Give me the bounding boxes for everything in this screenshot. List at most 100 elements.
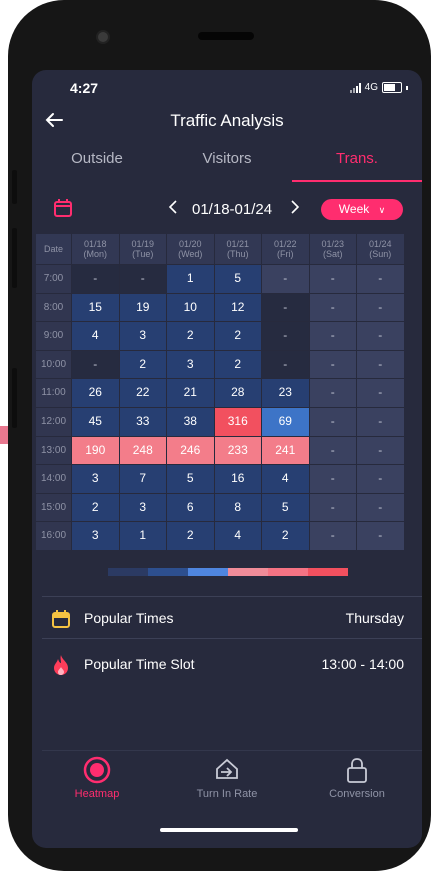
heatmap-cell[interactable]: 69: [262, 408, 309, 436]
heatmap-cell[interactable]: -: [72, 265, 119, 293]
heatmap-cell[interactable]: -: [309, 465, 356, 493]
heatmap-cell[interactable]: 2: [72, 493, 119, 522]
calendar-icon[interactable]: [53, 198, 73, 223]
heatmap-cell[interactable]: -: [357, 379, 404, 407]
volume-button: [12, 170, 17, 204]
nav-turn-in-rate[interactable]: Turn In Rate: [162, 752, 292, 800]
heatmap-cell[interactable]: 2: [119, 350, 166, 379]
heatmap-cell[interactable]: 4: [72, 322, 119, 350]
tab-trans[interactable]: Trans.: [292, 150, 422, 167]
heatmap-cell[interactable]: 1: [119, 522, 166, 550]
heatmap-cell[interactable]: 5: [214, 265, 261, 293]
heatmap-cell[interactable]: -: [357, 522, 404, 550]
heatmap-cell[interactable]: -: [309, 493, 356, 522]
heatmap-cell[interactable]: -: [72, 350, 119, 379]
time-label: 13:00: [36, 436, 71, 465]
heatmap-cell[interactable]: 15: [72, 293, 119, 322]
heatmap-legend: [108, 568, 348, 576]
heatmap-cell[interactable]: 33: [119, 408, 166, 436]
heatmap-cell[interactable]: 3: [72, 522, 119, 550]
heatmap-cell[interactable]: 12: [214, 293, 261, 322]
heatmap-cell[interactable]: -: [309, 293, 356, 322]
tab-outside[interactable]: Outside: [32, 150, 162, 167]
heatmap-cell[interactable]: -: [309, 265, 356, 293]
heatmap-cell[interactable]: 26: [72, 379, 119, 407]
heatmap-cell[interactable]: -: [309, 408, 356, 436]
heatmap-cell[interactable]: 3: [119, 493, 166, 522]
heatmap-cell[interactable]: 190: [72, 436, 119, 465]
popular-times-value: Thursday: [345, 610, 404, 626]
heatmap-cell[interactable]: 6: [167, 493, 214, 522]
heatmap-cell[interactable]: 241: [262, 436, 309, 465]
heatmap-cell[interactable]: 233: [214, 436, 261, 465]
period-select-label: Week: [338, 202, 370, 216]
divider: [42, 750, 422, 751]
period-select[interactable]: Week ∨: [321, 199, 403, 220]
heatmap-cell[interactable]: 28: [214, 379, 261, 407]
heatmap-cell[interactable]: 3: [72, 465, 119, 493]
heatmap-cell[interactable]: 23: [262, 379, 309, 407]
heatmap-cell[interactable]: 7: [119, 465, 166, 493]
time-label: 14:00: [36, 465, 71, 493]
next-range-icon[interactable]: [290, 199, 300, 220]
heatmap-cell[interactable]: -: [309, 322, 356, 350]
prev-range-icon[interactable]: [168, 199, 178, 220]
heatmap-cell[interactable]: 4: [262, 465, 309, 493]
heatmap-cell[interactable]: -: [262, 293, 309, 322]
heatmap-cell[interactable]: 16: [214, 465, 261, 493]
heatmap-cell[interactable]: 38: [167, 408, 214, 436]
heatmap-cell[interactable]: 5: [167, 465, 214, 493]
heatmap-cell[interactable]: 5: [262, 493, 309, 522]
day-date: 01/23: [321, 239, 345, 249]
nav-heatmap[interactable]: Heatmap: [32, 752, 162, 800]
heatmap-cell[interactable]: -: [357, 493, 404, 522]
popular-times-label: Popular Times: [84, 610, 174, 626]
legend-swatch: [148, 568, 188, 576]
day-date: 01/19: [131, 239, 155, 249]
heatmap-cell[interactable]: -: [309, 436, 356, 465]
day-date: 01/18: [83, 239, 107, 249]
heatmap-cell[interactable]: 246: [167, 436, 214, 465]
heatmap-cell[interactable]: 2: [214, 322, 261, 350]
heatmap-cell[interactable]: 10: [167, 293, 214, 322]
nav-conversion-label: Conversion: [329, 788, 385, 800]
heatmap-cell[interactable]: -: [357, 436, 404, 465]
tab-visitors[interactable]: Visitors: [162, 150, 292, 167]
heatmap-cell[interactable]: 2: [167, 522, 214, 550]
heatmap-cell[interactable]: 45: [72, 408, 119, 436]
nav-conversion[interactable]: Conversion: [292, 752, 422, 800]
day-of-week: (Wed): [178, 249, 203, 259]
heatmap-cell[interactable]: 3: [167, 350, 214, 379]
heatmap-cell[interactable]: 248: [119, 436, 166, 465]
heatmap-cell[interactable]: 2: [167, 322, 214, 350]
heatmap-cell[interactable]: 3: [119, 322, 166, 350]
heatmap-cell[interactable]: -: [357, 293, 404, 322]
heatmap-cell[interactable]: 2: [262, 522, 309, 550]
popular-slot-row: Popular Time Slot 13:00 - 14:00: [32, 646, 422, 684]
heatmap-cell[interactable]: 8: [214, 493, 261, 522]
status-icons: 4G: [349, 82, 408, 93]
heatmap-cell[interactable]: -: [357, 350, 404, 379]
heatmap-cell[interactable]: 21: [167, 379, 214, 407]
heatmap-cell[interactable]: -: [119, 265, 166, 293]
heatmap-cell[interactable]: 4: [214, 522, 261, 550]
heatmap-cell[interactable]: -: [357, 322, 404, 350]
tab-active-indicator: [292, 180, 422, 182]
heatmap-cell[interactable]: -: [262, 322, 309, 350]
heatmap-cell[interactable]: -: [309, 522, 356, 550]
heatmap-cell[interactable]: -: [309, 350, 356, 379]
divider: [42, 596, 422, 597]
heatmap-cell[interactable]: 19: [119, 293, 166, 322]
heatmap-cell[interactable]: -: [262, 350, 309, 379]
heatmap-cell[interactable]: -: [357, 408, 404, 436]
popular-times-row: Popular Times Thursday: [32, 600, 422, 638]
heatmap-cell[interactable]: 22: [119, 379, 166, 407]
heatmap-cell[interactable]: 1: [167, 265, 214, 293]
heatmap-cell[interactable]: 316: [214, 408, 261, 436]
heatmap-cell[interactable]: -: [309, 379, 356, 407]
heatmap-cell[interactable]: -: [357, 465, 404, 493]
day-of-week: (Fri): [277, 249, 294, 259]
heatmap-cell[interactable]: -: [262, 265, 309, 293]
heatmap-cell[interactable]: 2: [214, 350, 261, 379]
heatmap-cell[interactable]: -: [357, 265, 404, 293]
